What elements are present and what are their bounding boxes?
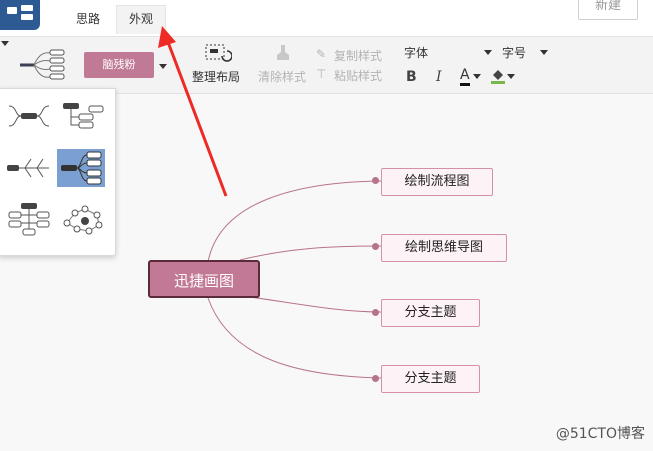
branch-topic[interactable]: 分支主题 [381,299,480,327]
branch-connector-dot [372,375,379,382]
branch-topic[interactable]: 分支主题 [381,365,480,393]
bubble-layout-icon[interactable] [59,201,107,239]
org-right-layout-icon[interactable] [59,97,107,135]
layout-picker-popup [0,88,116,256]
org-tree-layout-icon[interactable] [5,201,53,239]
branch-connector-dot [372,309,379,316]
branch-topic[interactable]: 绘制流程图 [381,168,493,196]
fishbone-layout-icon[interactable] [5,149,53,187]
central-topic[interactable]: 迅捷画图 [148,260,260,298]
right-map-layout-icon[interactable] [57,149,105,187]
watermark: @51CTO博客 [555,426,645,442]
branch-topic[interactable]: 绘制思维导图 [381,234,507,262]
mindmap-layout-icon[interactable] [5,97,53,135]
branch-connector-dot [372,243,379,250]
branch-connector-dot [372,177,379,184]
